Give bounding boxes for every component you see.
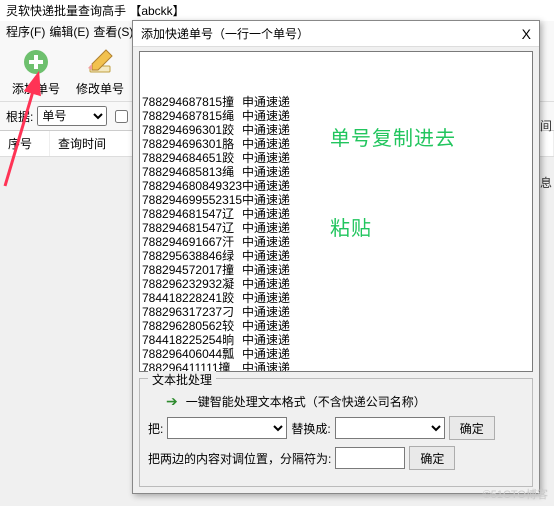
hint-line-1: 单号复制进去	[330, 124, 456, 154]
confirm-replace-button[interactable]: 确定	[449, 416, 495, 440]
number-listbox[interactable]: 单号复制进去 粘贴 788294687815撞申通速递788294687815绳…	[139, 51, 533, 372]
add-number-dialog: 添加快递单号（一行一个单号） X 单号复制进去 粘贴 788294687815撞…	[132, 20, 540, 494]
list-item[interactable]: 788296280562较中通速递	[142, 319, 530, 333]
edit-number-button[interactable]: 修改单号	[72, 46, 128, 97]
replace-from-label: 把:	[148, 420, 163, 437]
list-item[interactable]: 788296406044瓢中通速递	[142, 347, 530, 361]
menu-edit[interactable]: 编辑(E)	[49, 23, 89, 40]
dialog-titlebar: 添加快递单号（一行一个单号） X	[133, 21, 539, 47]
add-icon	[20, 46, 52, 78]
swap-label: 把两边的内容对调位置，分隔符为:	[148, 450, 331, 467]
replace-with-select[interactable]	[335, 417, 445, 439]
list-item[interactable]: 788296317237刁中通速递	[142, 305, 530, 319]
confirm-swap-button[interactable]: 确定	[409, 446, 455, 470]
annotation-hint: 单号复制进去 粘贴	[330, 64, 456, 304]
close-icon[interactable]: X	[522, 26, 531, 42]
dialog-title: 添加快递单号（一行一个单号）	[141, 25, 309, 42]
window-title: 灵软快递批量查询高手 【abckk】	[0, 0, 554, 21]
pencil-icon	[84, 46, 116, 78]
col-seq[interactable]: 序号	[0, 131, 50, 156]
replace-with-label: 替换成:	[291, 420, 330, 437]
menu-view[interactable]: 查看(S)	[93, 23, 133, 40]
add-number-label: 添加单号	[12, 80, 60, 97]
watermark: ©51CTO博客	[483, 486, 548, 502]
basis-label: 根据:	[6, 108, 33, 125]
hint-line-2: 粘贴	[330, 214, 456, 244]
list-item[interactable]: 784418225254晌中通速递	[142, 333, 530, 347]
include-checkbox[interactable]	[115, 110, 128, 123]
delimiter-input[interactable]	[335, 447, 405, 469]
menu-program[interactable]: 程序(F)	[6, 23, 45, 40]
batch-legend: 文本批处理	[148, 371, 216, 388]
basis-select[interactable]: 单号快递公司	[37, 106, 107, 126]
batch-group: 文本批处理 ➔ 一键智能处理文本格式（不含快递公司名称） 把: 替换成: 确定 …	[139, 378, 533, 487]
add-number-button[interactable]: 添加单号	[8, 46, 64, 97]
replace-from-select[interactable]	[167, 417, 287, 439]
smart-format-label[interactable]: 一键智能处理文本格式（不含快递公司名称）	[186, 393, 426, 410]
edit-number-label: 修改单号	[76, 80, 124, 97]
arrow-right-icon: ➔	[166, 393, 178, 410]
